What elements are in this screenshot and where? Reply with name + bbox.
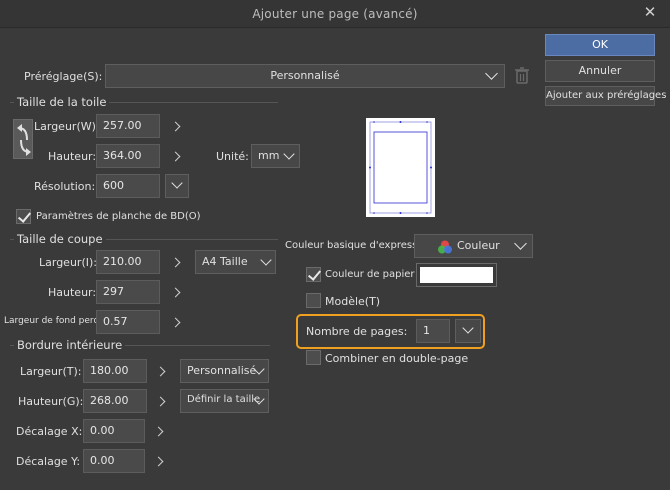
crop-height-arrow-icon[interactable] — [170, 287, 181, 298]
color-mode-icon — [437, 240, 453, 254]
inner-height-preset-value: Définir la taille — [187, 394, 261, 405]
resolution-dropdown-button[interactable] — [165, 174, 189, 198]
crop-size-preset-dropdown[interactable]: A4 Taille — [195, 250, 276, 274]
page-count-label: Nombre de pages: — [306, 325, 408, 338]
preset-label: Préréglage(S): — [24, 70, 103, 83]
chevron-down-icon — [514, 237, 527, 250]
comic-settings-label: Paramètres de planche de BD(O) — [36, 211, 201, 222]
offset-x-arrow-icon[interactable] — [153, 426, 164, 437]
comic-settings-checkbox[interactable] — [16, 209, 31, 224]
unit-label: Unité: — [216, 150, 249, 163]
crop-width-field[interactable]: 210.00 — [96, 250, 160, 274]
canvas-width-label: Largeur(W): — [34, 120, 100, 133]
resolution-field[interactable]: 600 — [96, 174, 160, 198]
ok-button[interactable]: OK — [545, 34, 655, 56]
paper-color-label: Couleur de papier — [325, 269, 415, 280]
inner-width-field[interactable]: 180.00 — [83, 359, 147, 383]
page-preview — [366, 118, 435, 217]
paper-color-fill — [420, 267, 493, 283]
canvas-height-field[interactable]: 364.00 — [96, 144, 160, 168]
offset-y-label: Décalage Y: — [16, 455, 81, 468]
template-checkbox[interactable] — [306, 293, 321, 308]
inner-height-preset-dropdown[interactable]: Définir la taille — [180, 389, 269, 413]
inner-width-preset-dropdown[interactable]: Personnalisé — [180, 359, 269, 383]
canvas-width-arrow-icon[interactable] — [170, 121, 181, 132]
offset-y-field[interactable]: 0.00 — [83, 449, 145, 473]
inner-border-title: Bordure intérieure — [14, 338, 126, 352]
crop-size-preset-value: A4 Taille — [202, 255, 248, 268]
combine-spread-label: Combiner en double-page — [325, 352, 469, 365]
preset-value: Personnalisé — [270, 69, 340, 82]
close-icon[interactable]: ✕ — [642, 4, 658, 20]
chevron-down-icon — [260, 254, 272, 266]
page-count-field[interactable]: 1 — [416, 319, 450, 343]
inner-height-field[interactable]: 268.00 — [83, 389, 147, 413]
template-label: Modèle(T) — [325, 295, 381, 308]
offset-x-field[interactable]: 0.00 — [83, 419, 145, 443]
add-to-presets-button[interactable]: Ajouter aux préréglages — [545, 86, 666, 106]
crop-size-title: Taille de coupe — [14, 232, 106, 246]
expression-color-value: Couleur — [457, 239, 500, 252]
crop-width-arrow-icon[interactable] — [170, 257, 181, 268]
inner-width-preset-value: Personnalisé — [187, 364, 257, 377]
preset-dropdown[interactable]: Personnalisé — [105, 64, 505, 88]
canvas-size-title: Taille de la toile — [14, 95, 110, 109]
resolution-label: Résolution: — [34, 180, 96, 193]
chevron-down-icon — [485, 67, 498, 80]
bleed-field[interactable]: 0.57 — [96, 310, 160, 334]
unit-dropdown[interactable]: mm — [251, 144, 300, 168]
crop-height-field[interactable]: 297 — [96, 280, 160, 304]
title-bar: Ajouter une page (avancé) ✕ — [0, 0, 670, 28]
window-title: Ajouter une page (avancé) — [252, 7, 418, 21]
paper-color-swatch[interactable] — [416, 263, 497, 287]
expression-color-dropdown[interactable]: Couleur — [414, 234, 533, 258]
inner-width-arrow-icon[interactable] — [155, 366, 166, 377]
combine-spread-checkbox[interactable] — [306, 350, 321, 365]
canvas-height-label: Hauteur: — [48, 150, 97, 163]
page-count-dropdown-button[interactable] — [455, 319, 481, 343]
offset-x-label: Décalage X: — [16, 425, 83, 438]
chevron-down-icon — [171, 177, 183, 189]
bleed-arrow-icon[interactable] — [170, 317, 181, 328]
unit-value: mm — [258, 149, 280, 162]
crop-height-label: Hauteur: — [48, 286, 97, 299]
canvas-width-field[interactable]: 257.00 — [96, 114, 160, 138]
canvas-height-arrow-icon[interactable] — [170, 151, 181, 162]
inner-height-arrow-icon[interactable] — [155, 396, 166, 407]
chevron-down-icon — [283, 148, 295, 160]
inner-width-label: Largeur(T): — [20, 365, 82, 378]
offset-y-arrow-icon[interactable] — [153, 456, 164, 467]
crop-width-label: Largeur(I): — [39, 256, 97, 269]
trash-icon[interactable] — [513, 66, 531, 86]
bleed-label: Largeur de fond perdu — [4, 316, 105, 326]
dialog-body: OK Annuler Ajouter aux préréglages Préré… — [0, 28, 670, 490]
swap-dimensions-icon[interactable] — [13, 119, 33, 159]
inner-height-label: Hauteur(G): — [18, 395, 84, 408]
chevron-down-icon — [462, 322, 474, 334]
cancel-button[interactable]: Annuler — [545, 60, 655, 82]
paper-color-checkbox[interactable] — [306, 267, 321, 282]
